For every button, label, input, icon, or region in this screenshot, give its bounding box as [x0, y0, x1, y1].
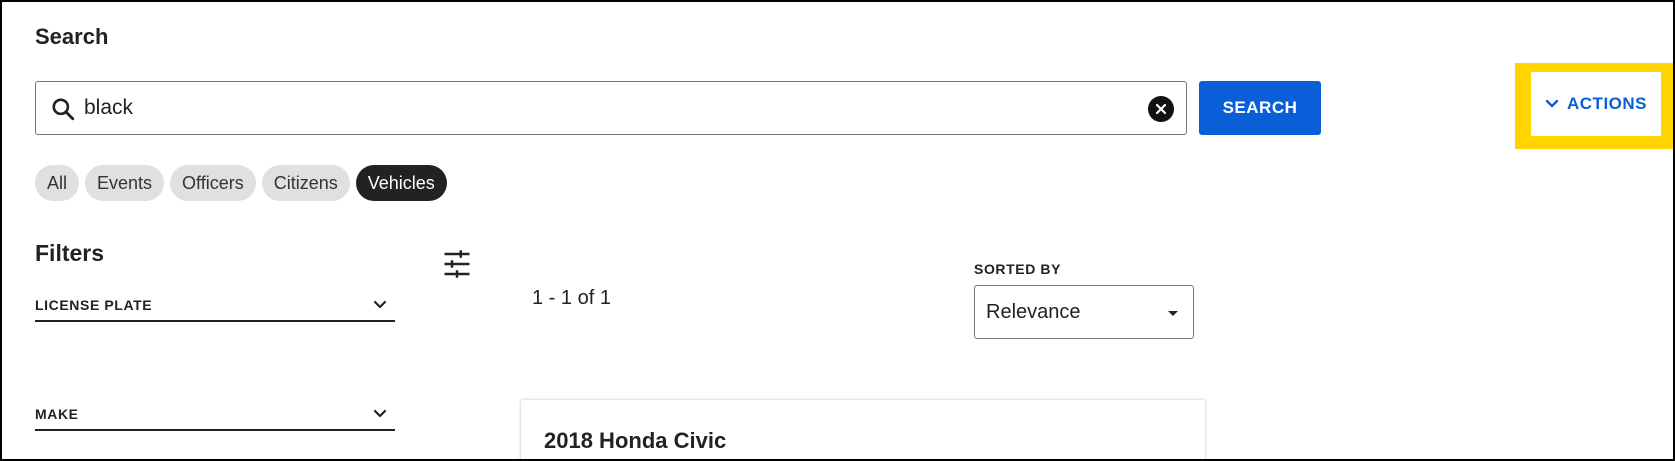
tune-icon[interactable]	[442, 249, 472, 279]
actions-button[interactable]: ACTIONS	[1531, 72, 1661, 136]
chevron-down-icon	[373, 300, 387, 309]
chip-officers[interactable]: Officers	[170, 165, 256, 201]
filter-label: MAKE	[35, 406, 79, 422]
close-icon	[1155, 103, 1167, 115]
result-count: 1 - 1 of 1	[532, 287, 611, 309]
filter-make[interactable]: MAKE	[35, 399, 395, 431]
filter-license-plate[interactable]: LICENSE PLATE	[35, 290, 395, 322]
dropdown-caret-icon	[1168, 311, 1178, 316]
result-title: 2018 Honda Civic	[544, 428, 727, 453]
filter-label: LICENSE PLATE	[35, 297, 153, 313]
filters-title: Filters	[35, 240, 105, 266]
sorted-by-label: SORTED BY	[974, 261, 1062, 277]
chip-all[interactable]: All	[35, 165, 80, 201]
sort-value: Relevance	[986, 300, 1081, 323]
chip-events[interactable]: Events	[85, 165, 165, 201]
chevron-down-icon	[373, 409, 387, 418]
search-button[interactable]: SEARCH	[1199, 81, 1321, 135]
result-card[interactable]: 2018 Honda Civic	[521, 400, 1205, 459]
clear-icon[interactable]	[1148, 96, 1174, 122]
app-frame: Search SEARCH ACTIONS All Events Officer…	[0, 0, 1675, 461]
actions-label: ACTIONS	[1567, 94, 1647, 113]
chip-vehicles[interactable]: Vehicles	[355, 165, 447, 201]
search-input[interactable]	[84, 90, 1124, 126]
search-box[interactable]	[35, 81, 1187, 135]
search-icon	[52, 98, 75, 121]
page-title: Search	[35, 24, 109, 49]
chevron-down-icon	[1545, 99, 1559, 108]
chip-citizens[interactable]: Citizens	[261, 165, 350, 201]
category-chips: All Events Officers Citizens Vehicles	[35, 165, 447, 201]
sort-select[interactable]: Relevance	[974, 285, 1194, 339]
